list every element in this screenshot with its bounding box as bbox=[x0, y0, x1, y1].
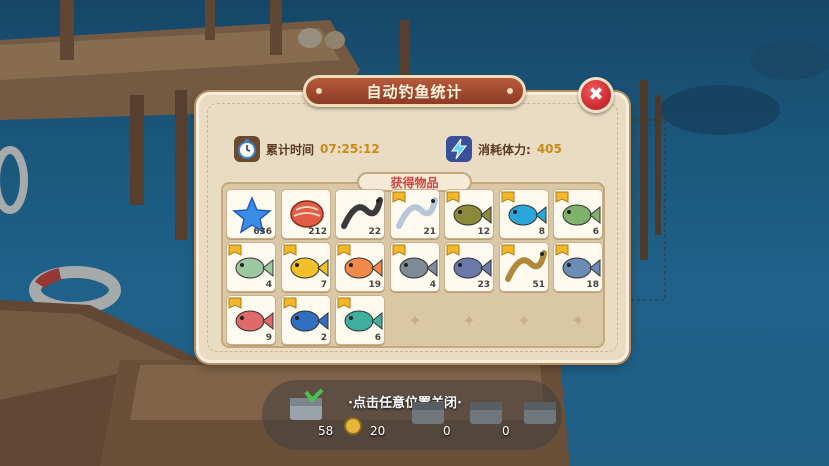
item-count: 2 bbox=[320, 333, 327, 343]
item-count: 19 bbox=[368, 280, 381, 290]
title-dot-left bbox=[316, 88, 322, 94]
items-header-label: 获得物品 bbox=[390, 175, 439, 190]
empty-slot-marker: ✦ bbox=[517, 310, 531, 330]
item-slot[interactable]: 6 bbox=[335, 295, 385, 345]
lightning-icon bbox=[446, 136, 472, 162]
item-slot[interactable]: 7 bbox=[281, 242, 331, 292]
item-count: 12 bbox=[477, 227, 490, 237]
item-slot[interactable]: 22 bbox=[335, 189, 385, 239]
item-slot[interactable]: 212 bbox=[281, 189, 331, 239]
item-count: 21 bbox=[423, 227, 436, 237]
dialog-title: 自动钓鱼统计 bbox=[366, 82, 463, 101]
empty-slot-marker: ✦ bbox=[408, 310, 422, 330]
coin-icon bbox=[344, 417, 362, 435]
item-count: 636 bbox=[253, 227, 272, 237]
item-count: 6 bbox=[592, 227, 599, 237]
reward-count-3: 0 bbox=[443, 424, 451, 438]
empty-slot: ✦ bbox=[390, 295, 440, 345]
item-slot[interactable]: 12 bbox=[444, 189, 494, 239]
item-count: 22 bbox=[368, 227, 381, 237]
item-slot[interactable]: 9 bbox=[226, 295, 276, 345]
title-dot-right bbox=[507, 88, 513, 94]
dialog-title-bar: 自动钓鱼统计 bbox=[303, 75, 526, 107]
item-slot[interactable]: 636 bbox=[226, 189, 276, 239]
reward-count-2: 20 bbox=[370, 424, 386, 438]
close-icon[interactable]: ✖ bbox=[588, 86, 603, 104]
close-button[interactable]: ✖ bbox=[578, 77, 614, 113]
item-count: 18 bbox=[586, 280, 599, 290]
stamina-value: 405 bbox=[536, 142, 562, 156]
item-count: 51 bbox=[532, 280, 545, 290]
item-count: 4 bbox=[429, 280, 436, 290]
elapsed-time-value: 07:25:12 bbox=[320, 142, 380, 156]
reward-count-1: 58 bbox=[318, 424, 334, 438]
chest-icon bbox=[412, 402, 444, 424]
item-slot[interactable]: 23 bbox=[444, 242, 494, 292]
item-slot[interactable]: 4 bbox=[390, 242, 440, 292]
item-slot[interactable]: 4 bbox=[226, 242, 276, 292]
item-slot[interactable]: 2 bbox=[281, 295, 331, 345]
item-slot[interactable]: 19 bbox=[335, 242, 385, 292]
elapsed-time-stat: 累计时间 07:25:12 bbox=[234, 136, 380, 162]
item-count: 8 bbox=[538, 227, 545, 237]
stamina-label: 消耗体力: bbox=[478, 142, 531, 157]
item-count: 23 bbox=[477, 280, 490, 290]
item-slot[interactable]: 18 bbox=[553, 242, 603, 292]
empty-slot: ✦ bbox=[444, 295, 494, 345]
item-count: 212 bbox=[308, 227, 327, 237]
item-count: 9 bbox=[265, 333, 272, 343]
elapsed-time-label: 累计时间 bbox=[266, 142, 315, 157]
item-slot[interactable]: 8 bbox=[499, 189, 549, 239]
item-slot[interactable]: 21 bbox=[390, 189, 440, 239]
item-slot[interactable]: 6 bbox=[553, 189, 603, 239]
item-count: 6 bbox=[374, 333, 381, 343]
empty-slot: ✦ bbox=[553, 295, 603, 345]
chest-icon bbox=[290, 388, 324, 420]
stopwatch-icon bbox=[234, 136, 260, 162]
stamina-stat: 消耗体力: 405 bbox=[446, 136, 562, 162]
empty-slot-marker: ✦ bbox=[571, 310, 585, 330]
chest-icon bbox=[524, 402, 556, 424]
chest-icon bbox=[470, 402, 502, 424]
empty-slot-marker: ✦ bbox=[462, 310, 476, 330]
item-count: 7 bbox=[320, 280, 327, 290]
reward-count-4: 0 bbox=[502, 424, 510, 438]
item-slot[interactable]: 51 bbox=[499, 242, 549, 292]
item-count: 4 bbox=[265, 280, 272, 290]
tap-to-close-hint[interactable]: ·点击任意位置关闭· bbox=[330, 392, 480, 411]
empty-slot: ✦ bbox=[499, 295, 549, 345]
